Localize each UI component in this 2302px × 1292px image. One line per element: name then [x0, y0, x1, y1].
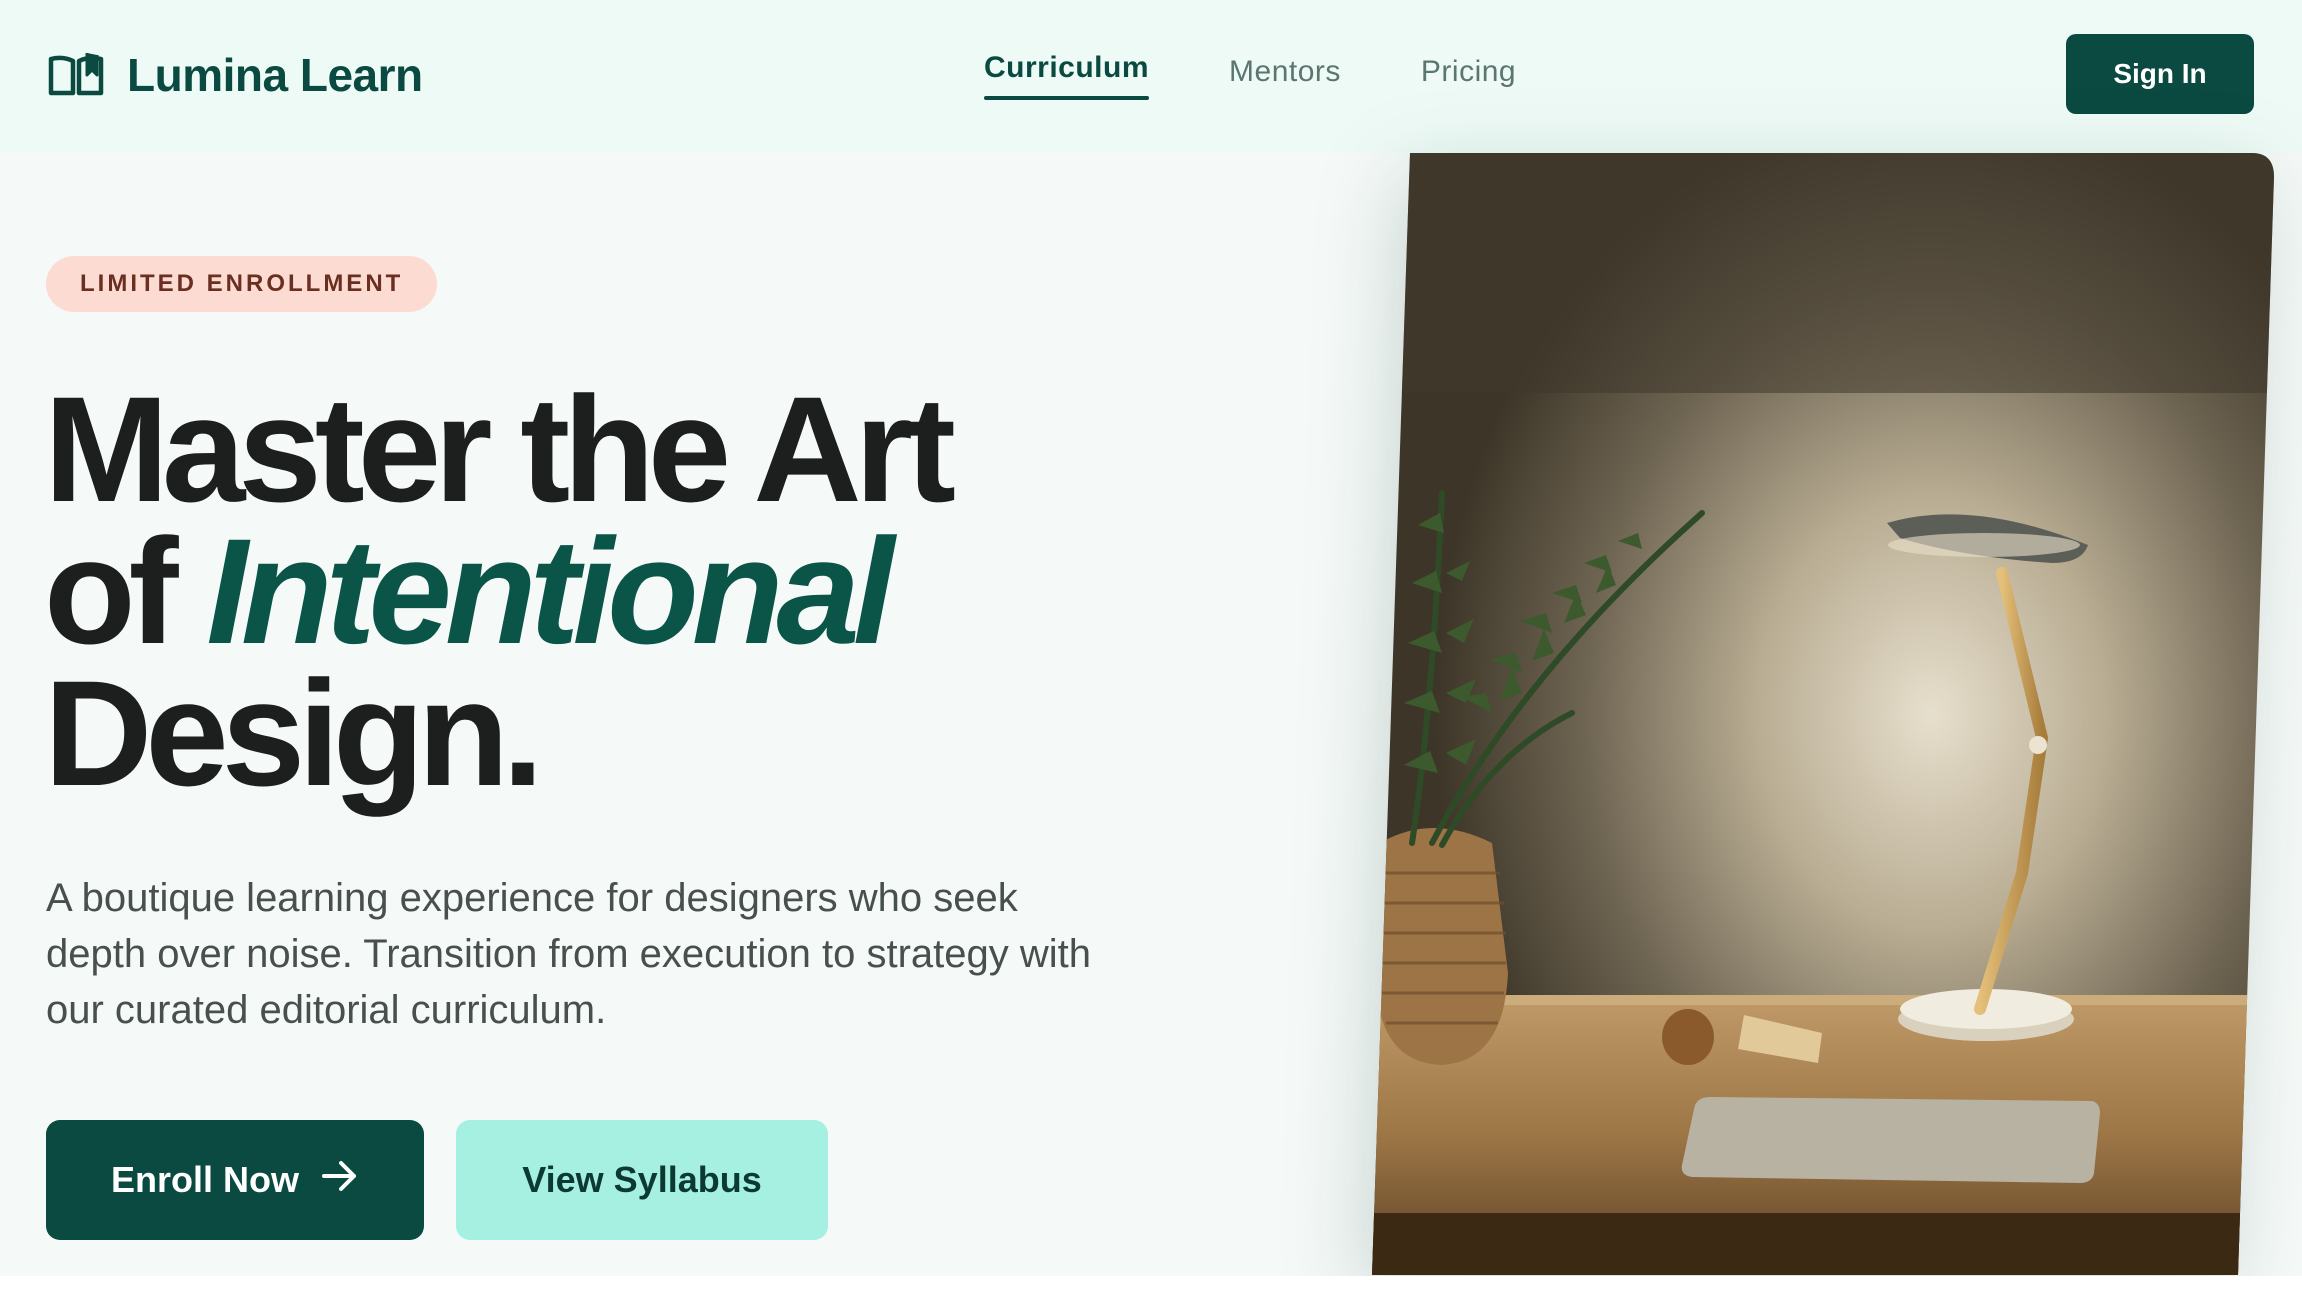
open-book-icon — [47, 51, 105, 99]
desk-lamp-with-plant-photo — [1372, 153, 2274, 1275]
nav-item-pricing[interactable]: Pricing — [1421, 44, 1516, 100]
top-navigation-bar: Lumina Learn Curriculum Mentors Pricing … — [0, 0, 2302, 153]
main-nav: Curriculum Mentors Pricing — [984, 44, 1516, 100]
nav-item-mentors[interactable]: Mentors — [1229, 44, 1341, 100]
headline-line-1: Master the Art — [44, 365, 956, 533]
enroll-now-button[interactable]: Enroll Now — [46, 1120, 424, 1240]
limited-enrollment-badge: LIMITED ENROLLMENT — [46, 256, 438, 312]
hero-photo — [1372, 153, 2274, 1275]
brand-name: Lumina Learn — [127, 49, 423, 101]
hero-description: A boutique learning experience for desig… — [46, 876, 1091, 1032]
arrow-right-icon — [321, 1159, 359, 1202]
sign-in-button[interactable]: Sign In — [2066, 34, 2254, 114]
view-syllabus-button[interactable]: View Syllabus — [456, 1120, 828, 1240]
page-bottom-edge — [0, 1276, 2302, 1292]
hero-headline: Master the Art of Intentional Design. — [44, 365, 1144, 817]
headline-line-3: Design. — [44, 649, 544, 817]
nav-item-curriculum[interactable]: Curriculum — [984, 44, 1150, 100]
headline-line-2: of Intentional — [44, 516, 1144, 666]
brand-logo-link[interactable]: Lumina Learn — [47, 42, 423, 108]
enroll-now-label: Enroll Now — [111, 1159, 299, 1200]
